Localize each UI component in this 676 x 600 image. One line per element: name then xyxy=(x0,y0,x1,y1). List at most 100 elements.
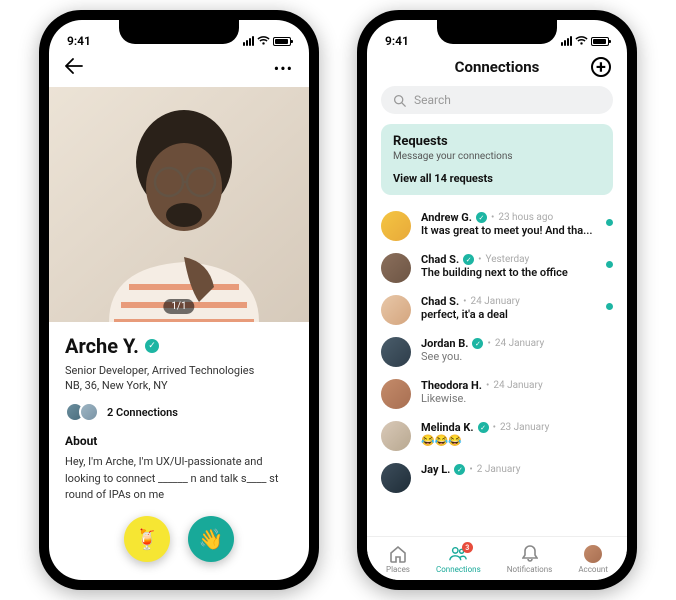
status-bar: 9:41 xyxy=(367,20,627,54)
conversation-item[interactable]: Jordan B. ✓ • 24 January See you. xyxy=(381,331,613,373)
conversation-header: Chad S. ✓ • Yesterday xyxy=(421,253,613,266)
conversation-header: Chad S. • 24 January xyxy=(421,295,613,308)
conversation-body: Chad S. • 24 January perfect, it'a a dea… xyxy=(421,295,613,321)
bell-icon xyxy=(521,545,539,563)
connections-row[interactable]: 2 Connections xyxy=(65,402,293,422)
profile-name: Arche Y. xyxy=(65,334,139,358)
more-button[interactable]: ••• xyxy=(274,59,293,78)
unread-dot xyxy=(606,219,613,226)
conversation-item[interactable]: Chad S. • 24 January perfect, it'a a dea… xyxy=(381,289,613,331)
verified-icon: ✓ xyxy=(472,338,483,349)
back-button[interactable] xyxy=(65,58,83,79)
separator: • xyxy=(469,464,472,475)
add-button[interactable]: + xyxy=(591,57,611,77)
status-time: 9:41 xyxy=(67,34,91,48)
signal-icon xyxy=(561,36,572,46)
conversation-header: Melinda K. ✓ • 23 January xyxy=(421,421,613,434)
profile-illustration xyxy=(49,87,309,322)
tab-notifications[interactable]: Notifications xyxy=(507,545,552,574)
wifi-icon xyxy=(257,36,270,46)
search-placeholder: Search xyxy=(414,93,451,107)
wave-icon: 👋 xyxy=(199,527,224,551)
fab-drink[interactable]: 🍹 xyxy=(124,516,170,562)
search-input[interactable]: Search xyxy=(381,86,613,114)
tab-places[interactable]: Places xyxy=(386,545,410,574)
fab-wave[interactable]: 👋 xyxy=(188,516,234,562)
conversation-body: Jay L. ✓ • 2 January xyxy=(421,463,613,476)
name-row: Arche Y. ✓ xyxy=(65,334,293,358)
conversation-time: 23 January xyxy=(500,422,549,433)
avatar xyxy=(381,337,411,367)
avatar xyxy=(381,295,411,325)
profile-location: NB, 36, New York, NY xyxy=(65,379,293,392)
conversation-name: Chad S. xyxy=(421,295,459,308)
status-icons xyxy=(561,36,609,46)
profile-role: Senior Developer, Arrived Technologies xyxy=(65,364,293,377)
tab-account[interactable]: Account xyxy=(578,545,608,574)
phone-profile: 9:41 ••• xyxy=(39,10,319,590)
search-icon xyxy=(393,94,406,107)
verified-icon: ✓ xyxy=(145,339,159,353)
conversation-list[interactable]: Andrew G. ✓ • 23 hous ago It was great t… xyxy=(367,205,627,536)
page-title: Connections xyxy=(455,58,540,76)
conversation-name: Theodora H. xyxy=(421,379,482,392)
avatar xyxy=(381,463,411,493)
separator: • xyxy=(487,338,490,349)
conversation-item[interactable]: Andrew G. ✓ • 23 hous ago It was great t… xyxy=(381,205,613,247)
signal-icon xyxy=(243,36,254,46)
conversation-header: Theodora H. • 24 January xyxy=(421,379,613,392)
conversation-time: 23 hous ago xyxy=(498,212,553,223)
conversation-time: 24 January xyxy=(471,296,520,307)
verified-icon: ✓ xyxy=(478,422,489,433)
home-icon xyxy=(389,545,407,563)
conversation-name: Chad S. xyxy=(421,253,459,266)
screen: 9:41 Connections + Search Requests Messa… xyxy=(367,20,627,580)
separator: • xyxy=(486,380,489,391)
conversation-item[interactable]: Melinda K. ✓ • 23 January 😂😂😂 xyxy=(381,415,613,457)
requests-link: View all 14 requests xyxy=(393,172,601,185)
conversation-message: Likewise. xyxy=(421,392,613,405)
conversation-time: 24 January xyxy=(493,380,542,391)
conversation-item[interactable]: Theodora H. • 24 January Likewise. xyxy=(381,373,613,415)
conversation-time: 2 January xyxy=(477,464,521,475)
conversation-name: Andrew G. xyxy=(421,211,472,224)
tab-connections[interactable]: 3 Connections xyxy=(436,545,481,574)
battery-icon xyxy=(273,37,291,46)
tab-label: Notifications xyxy=(507,565,552,574)
requests-title: Requests xyxy=(393,134,601,149)
status-icons xyxy=(243,36,291,46)
profile-photo[interactable]: 1/1 xyxy=(49,87,309,322)
account-avatar xyxy=(584,545,602,563)
battery-icon xyxy=(591,37,609,46)
requests-card[interactable]: Requests Message your connections View a… xyxy=(381,124,613,195)
verified-icon: ✓ xyxy=(463,254,474,265)
conversation-body: Theodora H. • 24 January Likewise. xyxy=(421,379,613,405)
phone-connections: 9:41 Connections + Search Requests Messa… xyxy=(357,10,637,590)
conversation-message: See you. xyxy=(421,350,613,363)
photo-counter: 1/1 xyxy=(163,299,194,314)
separator: • xyxy=(493,422,496,433)
conversation-item[interactable]: Chad S. ✓ • Yesterday The building next … xyxy=(381,247,613,289)
conversation-message: 😂😂😂 xyxy=(421,434,613,447)
conversation-name: Jordan B. xyxy=(421,337,468,350)
avatar xyxy=(381,253,411,283)
connections-count: 2 Connections xyxy=(107,406,178,419)
conversation-header: Andrew G. ✓ • 23 hous ago xyxy=(421,211,613,224)
separator: • xyxy=(491,212,494,223)
conversation-item[interactable]: Jay L. ✓ • 2 January xyxy=(381,457,613,499)
conversation-body: Chad S. ✓ • Yesterday The building next … xyxy=(421,253,613,279)
about-text: Hey, I'm Arche, I'm UX/UI-passionate and… xyxy=(65,454,293,504)
about-heading: About xyxy=(65,434,293,448)
header: Connections + xyxy=(367,54,627,82)
conversation-message: perfect, it'a a deal xyxy=(421,308,613,321)
conversation-message: The building next to the office xyxy=(421,266,613,279)
unread-dot xyxy=(606,261,613,268)
conversation-message: It was great to meet you! And tha... xyxy=(421,224,613,237)
avatar xyxy=(381,379,411,409)
avatar xyxy=(381,421,411,451)
drink-icon: 🍹 xyxy=(135,527,160,551)
verified-icon: ✓ xyxy=(454,464,465,475)
conversation-name: Jay L. xyxy=(421,463,450,476)
conversation-body: Jordan B. ✓ • 24 January See you. xyxy=(421,337,613,363)
conversation-body: Andrew G. ✓ • 23 hous ago It was great t… xyxy=(421,211,613,237)
